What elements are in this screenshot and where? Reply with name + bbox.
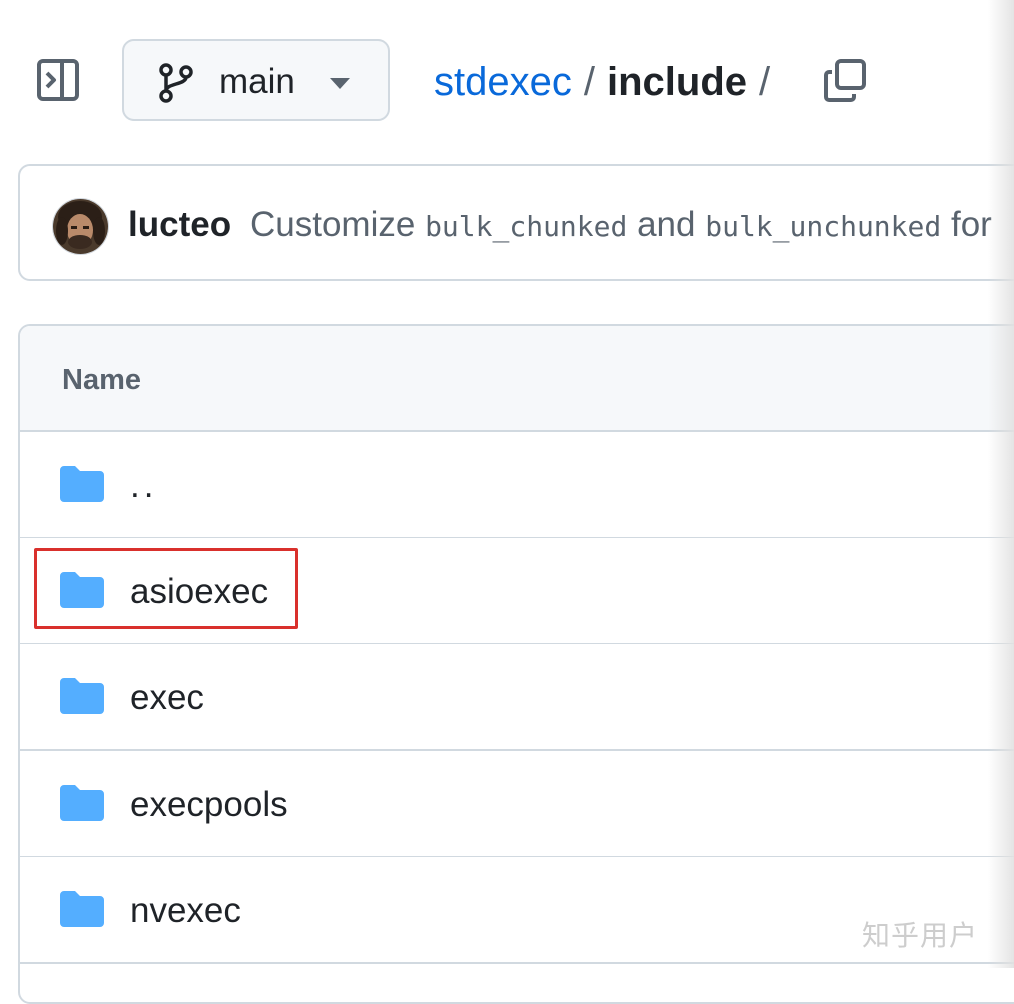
column-header-name: Name [62, 364, 141, 396]
folder-link-nvexec[interactable]: nvexec [130, 890, 241, 932]
breadcrumb-current: include [606, 60, 748, 104]
latest-commit-box: lucteo Customize bulk_chunked and bulk_u… [18, 164, 1014, 281]
folder-icon [60, 890, 104, 928]
folder-icon [60, 784, 104, 822]
breadcrumb-separator: / [583, 60, 595, 104]
watermark: 知乎用户 [862, 919, 979, 952]
parent-directory-link[interactable]: .. [130, 465, 157, 507]
breadcrumb-separator: / [759, 60, 771, 104]
sidebar-toggle-icon[interactable] [36, 57, 82, 103]
commit-author[interactable]: lucteo [128, 204, 231, 246]
table-row[interactable]: asioexec [20, 538, 1014, 645]
folder-icon [60, 677, 104, 715]
commit-message-code: bulk_unchunked [705, 210, 942, 243]
commit-message-text: for [950, 205, 992, 244]
git-branch-icon [158, 63, 194, 103]
folder-icon [60, 465, 104, 503]
commit-message-text: Customize [250, 205, 416, 244]
file-table: Name .. asioexec exec execpools nvexec [18, 324, 1014, 1004]
table-row[interactable]: exec [20, 644, 1014, 751]
table-row[interactable]: execpools [20, 751, 1014, 858]
commit-message-text: and [637, 205, 696, 244]
folder-link-asioexec[interactable]: asioexec [130, 571, 268, 613]
folder-link-execpools[interactable]: execpools [130, 784, 288, 826]
table-row[interactable]: .. [20, 432, 1014, 539]
folder-link-exec[interactable]: exec [130, 677, 204, 719]
window-edge-shadow [988, 0, 1014, 968]
breadcrumb: stdexec / include / [434, 56, 782, 108]
branch-name: main [219, 62, 295, 101]
breadcrumb-repo-link[interactable]: stdexec [434, 56, 572, 108]
commit-message-code: bulk_chunked [425, 210, 628, 243]
table-header: Name [20, 326, 1014, 432]
avatar[interactable] [52, 198, 109, 255]
folder-icon [60, 571, 104, 609]
branch-selector-button[interactable]: main [122, 39, 390, 121]
copy-path-icon[interactable] [822, 58, 868, 104]
commit-message[interactable]: Customize bulk_chunked and bulk_unchunke… [250, 204, 992, 248]
chevron-down-icon [330, 77, 350, 89]
